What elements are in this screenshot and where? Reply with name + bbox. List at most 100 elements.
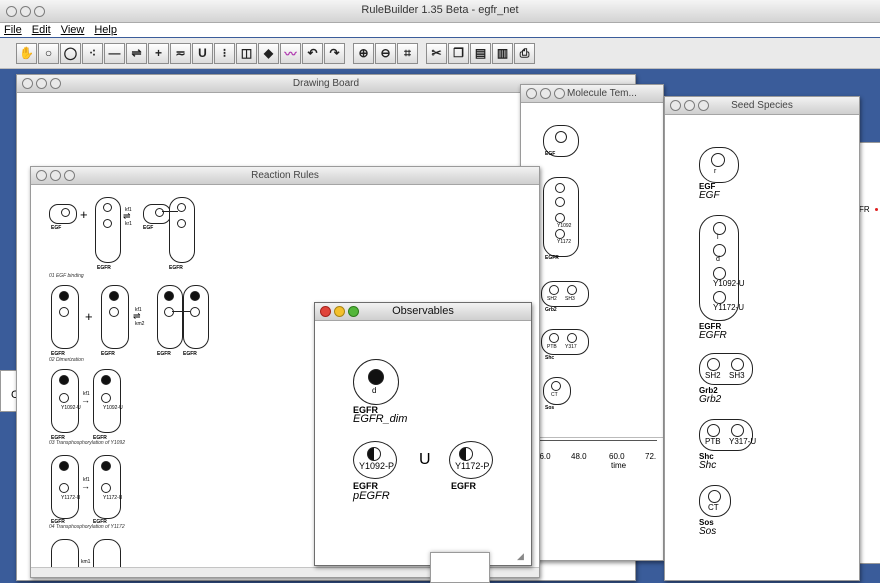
menubar: File Edit View Help — [0, 23, 880, 37]
rule2-bond — [172, 311, 190, 312]
union-tool-icon[interactable]: U — [192, 42, 213, 64]
close-icon[interactable] — [36, 170, 47, 181]
chart-tool-icon[interactable]: 〰 — [280, 42, 301, 64]
template-egfr-site-2[interactable] — [555, 197, 565, 207]
rule1-egf-label: EGF — [51, 225, 62, 231]
seed-shc[interactable] — [699, 419, 753, 451]
zoom-icon[interactable] — [64, 170, 75, 181]
seed-grb2[interactable] — [699, 353, 753, 385]
observables-window[interactable]: Observables d EGFR EGFR_dim Y1092-P EGFR… — [314, 302, 532, 566]
redo-icon[interactable]: ↷ — [324, 42, 345, 64]
zoom-icon[interactable] — [50, 78, 61, 89]
zoom-in-icon[interactable]: ⊕ — [353, 42, 374, 64]
resize-grip-icon[interactable]: ◢ — [517, 551, 524, 562]
minimize-icon[interactable] — [540, 88, 551, 99]
close-icon[interactable] — [320, 306, 331, 317]
double-bond-tool-icon[interactable]: ⇌ — [126, 42, 147, 64]
template-shc-site-y317[interactable] — [567, 333, 577, 343]
seed-species-titlebar[interactable]: Seed Species — [665, 97, 859, 115]
background-label-fr: FR — [859, 205, 870, 214]
template-grb2[interactable] — [541, 281, 589, 307]
drawing-board-title: Drawing Board — [292, 78, 360, 89]
rule4-arrow: → — [81, 481, 90, 491]
circle-tool-icon[interactable]: ○ — [38, 42, 59, 64]
paste-icon[interactable]: ▤ — [470, 42, 491, 64]
rule1-egfr-label: EGFR — [97, 265, 111, 271]
template-grb2-site-sh3[interactable] — [567, 285, 577, 295]
minimize-icon[interactable] — [684, 100, 695, 111]
dots-tool-icon[interactable]: ⁖ — [82, 42, 103, 64]
rule2-caption: 02 Dimerization — [49, 357, 84, 363]
rule2-dimer-a-site-2 — [164, 307, 174, 317]
close-icon[interactable] — [526, 88, 537, 99]
template-egfr-site-1[interactable] — [555, 183, 565, 193]
template-egfr-site-4[interactable] — [555, 229, 565, 239]
template-egfr-y1092: Y1092 — [557, 223, 572, 229]
zoom-icon[interactable] — [698, 100, 709, 111]
undo-icon[interactable]: ↶ — [302, 42, 323, 64]
seed-egfr-site-y1172-label: Y1172-U — [713, 303, 744, 312]
delete-icon[interactable]: ▥ — [492, 42, 513, 64]
seed-shc-y317-label: Y317-U — [729, 437, 757, 446]
template-shc-site-ptb[interactable] — [549, 333, 559, 343]
observable-pegfr-y1092-site-label: Y1092-P — [359, 461, 395, 471]
menu-edit[interactable]: Edit — [32, 23, 51, 37]
reaction-rules-titlebar[interactable]: Reaction Rules — [31, 167, 539, 185]
rule1-egfr-product-site-1 — [177, 203, 186, 212]
cut-icon[interactable]: ✂ — [426, 42, 447, 64]
menu-file[interactable]: File — [4, 23, 22, 37]
menu-help[interactable]: Help — [94, 23, 117, 37]
zoom-icon[interactable] — [348, 306, 359, 317]
bond-tool-icon[interactable]: — — [104, 42, 125, 64]
plot-tick-60: 60.0 — [609, 452, 625, 461]
minimize-icon[interactable] — [50, 170, 61, 181]
copy-icon[interactable]: ❐ — [448, 42, 469, 64]
template-shc[interactable] — [541, 329, 589, 355]
template-egfr-site-3[interactable] — [555, 213, 565, 223]
rule1-plus: + — [80, 207, 88, 222]
seed-egfr-site-y1092-label: Y1092-U — [713, 279, 745, 288]
menu-view[interactable]: View — [61, 23, 85, 37]
shape-tool-icon[interactable]: ◆ — [258, 42, 279, 64]
molecule-templates-title: Molecule Tem... — [567, 88, 637, 99]
rule1-bond — [162, 211, 178, 212]
print-icon[interactable]: ⎙ — [514, 42, 535, 64]
template-grb2-sh3: SH3 — [565, 296, 575, 302]
frame-tool-icon[interactable]: ◫ — [236, 42, 257, 64]
zoom-out-icon[interactable]: ⊖ — [375, 42, 396, 64]
minimize-icon[interactable] — [334, 306, 345, 317]
rule3-egfr-a-y1092: Y1092-U — [61, 405, 81, 411]
template-egf-site[interactable] — [555, 131, 567, 143]
seed-species-window[interactable]: Seed Species r EGF EGF l d Y1092-U Y1172… — [664, 96, 860, 581]
close-icon[interactable] — [22, 78, 33, 89]
rule1-egfr-product-label: EGFR — [169, 265, 183, 271]
molecule-templates-titlebar[interactable]: Molecule Tem... — [521, 85, 663, 103]
site-tool-icon[interactable]: ◯ — [60, 42, 81, 64]
observable-pegfr-y1172[interactable] — [449, 441, 493, 479]
seed-egf-italic: EGF — [699, 190, 720, 201]
hand-tool-icon[interactable]: ✋ — [16, 42, 37, 64]
seed-shc-site-ptb — [707, 424, 720, 437]
rule4-egfr-b-site-1 — [101, 461, 111, 471]
rule2-dimer-b-label: EGFR — [183, 351, 197, 357]
zoom-fit-icon[interactable]: ⌗ — [397, 42, 418, 64]
reaction-tool-icon[interactable]: ≂ — [170, 42, 191, 64]
template-sos-site-ct[interactable] — [551, 381, 561, 391]
seed-shc-italic: Shc — [699, 460, 717, 471]
molecule-templates-window[interactable]: Molecule Tem... EGF Y1092 Y1172 EGFR SH2… — [520, 84, 664, 561]
seed-shc-site-y317 — [731, 424, 744, 437]
zoom-icon[interactable] — [554, 88, 565, 99]
rule4-caption: 04 Transphosphorylation of Y1172 — [49, 524, 125, 530]
rule1-caption: 01 EGF binding — [49, 273, 84, 279]
floating-panel[interactable] — [430, 552, 490, 583]
add-tool-icon[interactable]: + — [148, 42, 169, 64]
close-icon[interactable] — [670, 100, 681, 111]
seed-egfr-italic: EGFR — [699, 330, 727, 341]
observables-titlebar[interactable]: Observables — [315, 303, 531, 321]
text-tool-icon[interactable]: ⁝ — [214, 42, 235, 64]
rule4-egfr-b-site-2 — [101, 483, 111, 493]
minimize-icon[interactable] — [36, 78, 47, 89]
template-grb2-site-sh2[interactable] — [549, 285, 559, 295]
template-shc-label: Shc — [545, 355, 555, 361]
rule2-plus: + — [85, 309, 93, 324]
